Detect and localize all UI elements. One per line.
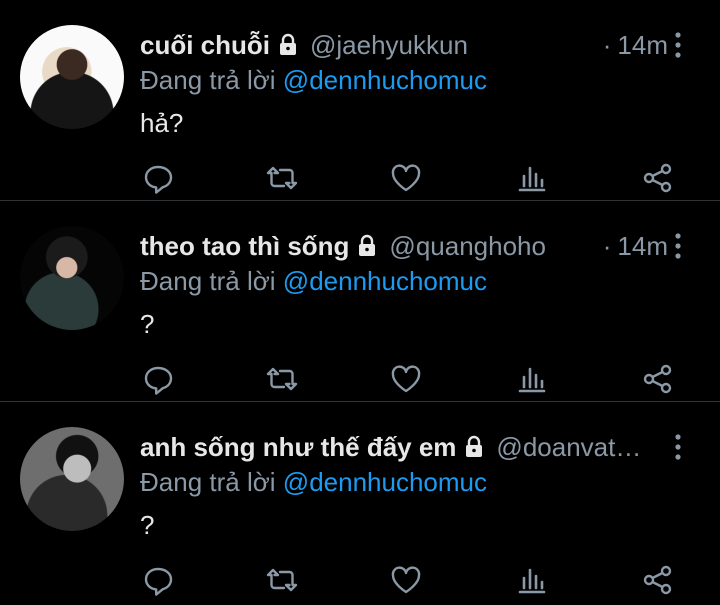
share-button[interactable]	[640, 562, 676, 598]
timestamp[interactable]: 14m	[617, 229, 668, 263]
reply-icon	[144, 366, 173, 395]
tweet-text: ?	[140, 309, 155, 339]
like-button[interactable]	[388, 361, 424, 397]
share-button[interactable]	[640, 160, 676, 196]
share-icon	[643, 364, 672, 394]
user-handle[interactable]: @doanvat…	[496, 430, 668, 464]
reply-button[interactable]	[140, 562, 176, 598]
analytics-icon	[518, 568, 546, 594]
like-icon	[391, 365, 421, 393]
share-icon	[643, 163, 672, 193]
tweet-text: ?	[140, 510, 155, 540]
avatar[interactable]	[20, 25, 124, 129]
retweet-button[interactable]	[264, 562, 300, 598]
analytics-button[interactable]	[514, 160, 550, 196]
like-icon	[391, 566, 421, 594]
tweet-actions	[140, 562, 676, 598]
avatar[interactable]	[20, 226, 124, 330]
reply-button[interactable]	[140, 160, 176, 196]
like-button[interactable]	[388, 562, 424, 598]
reply-icon	[144, 567, 173, 596]
display-name[interactable]: theo tao thì sống	[140, 229, 349, 263]
separator: ·	[602, 231, 612, 261]
timestamp[interactable]: 14m	[617, 28, 668, 62]
tweet-text: hả?	[140, 108, 184, 138]
share-icon	[643, 565, 672, 595]
analytics-button[interactable]	[514, 361, 550, 397]
lock-icon	[359, 234, 376, 256]
tweet[interactable]: anh sống như thế đấy em @doanvat… Đang t…	[0, 402, 720, 603]
avatar[interactable]	[20, 427, 124, 531]
replying-to: Đang trả lời @dennhuchomuc	[140, 265, 668, 297]
display-name[interactable]: cuối chuỗi	[140, 28, 270, 62]
retweet-button[interactable]	[264, 361, 300, 397]
lock-icon	[466, 435, 483, 457]
display-name[interactable]: anh sống như thế đấy em	[140, 430, 456, 464]
more-icon[interactable]	[666, 432, 690, 462]
replying-label: Đang trả lời	[140, 65, 276, 95]
replying-label: Đang trả lời	[140, 266, 276, 296]
replying-to: Đang trả lời @dennhuchomuc	[140, 64, 668, 96]
mention-link[interactable]: @dennhuchomuc	[283, 266, 487, 296]
user-handle[interactable]: @quanghoho	[389, 229, 596, 263]
mention-link[interactable]: @dennhuchomuc	[283, 467, 487, 497]
retweet-icon	[266, 367, 298, 391]
analytics-icon	[518, 367, 546, 393]
share-button[interactable]	[640, 361, 676, 397]
tweet-content: theo tao thì sống @quanghoho · 14m Đang …	[140, 229, 668, 341]
reply-icon	[144, 165, 173, 194]
like-icon	[391, 164, 421, 192]
tweet-actions	[140, 361, 676, 397]
retweet-button[interactable]	[264, 160, 300, 196]
timeline: cuối chuỗi @jaehyukkun · 14m Đang trả lờ…	[0, 0, 720, 603]
tweet-header: theo tao thì sống @quanghoho · 14m	[140, 229, 668, 263]
tweet[interactable]: cuối chuỗi @jaehyukkun · 14m Đang trả lờ…	[0, 0, 720, 201]
like-button[interactable]	[388, 160, 424, 196]
tweet-content: anh sống như thế đấy em @doanvat… Đang t…	[140, 430, 668, 542]
more-icon[interactable]	[666, 231, 690, 261]
tweet[interactable]: theo tao thì sống @quanghoho · 14m Đang …	[0, 201, 720, 402]
replying-to: Đang trả lời @dennhuchomuc	[140, 466, 668, 498]
reply-button[interactable]	[140, 361, 176, 397]
mention-link[interactable]: @dennhuchomuc	[283, 65, 487, 95]
tweet-header: cuối chuỗi @jaehyukkun · 14m	[140, 28, 668, 62]
tweet-header: anh sống như thế đấy em @doanvat…	[140, 430, 668, 464]
analytics-button[interactable]	[514, 562, 550, 598]
user-handle[interactable]: @jaehyukkun	[310, 28, 597, 62]
more-icon[interactable]	[666, 30, 690, 60]
retweet-icon	[266, 166, 298, 190]
replying-label: Đang trả lời	[140, 467, 276, 497]
analytics-icon	[518, 166, 546, 192]
lock-icon	[280, 33, 296, 55]
tweet-actions	[140, 160, 676, 196]
tweet-content: cuối chuỗi @jaehyukkun · 14m Đang trả lờ…	[140, 28, 668, 140]
retweet-icon	[266, 568, 298, 592]
separator: ·	[602, 30, 612, 60]
